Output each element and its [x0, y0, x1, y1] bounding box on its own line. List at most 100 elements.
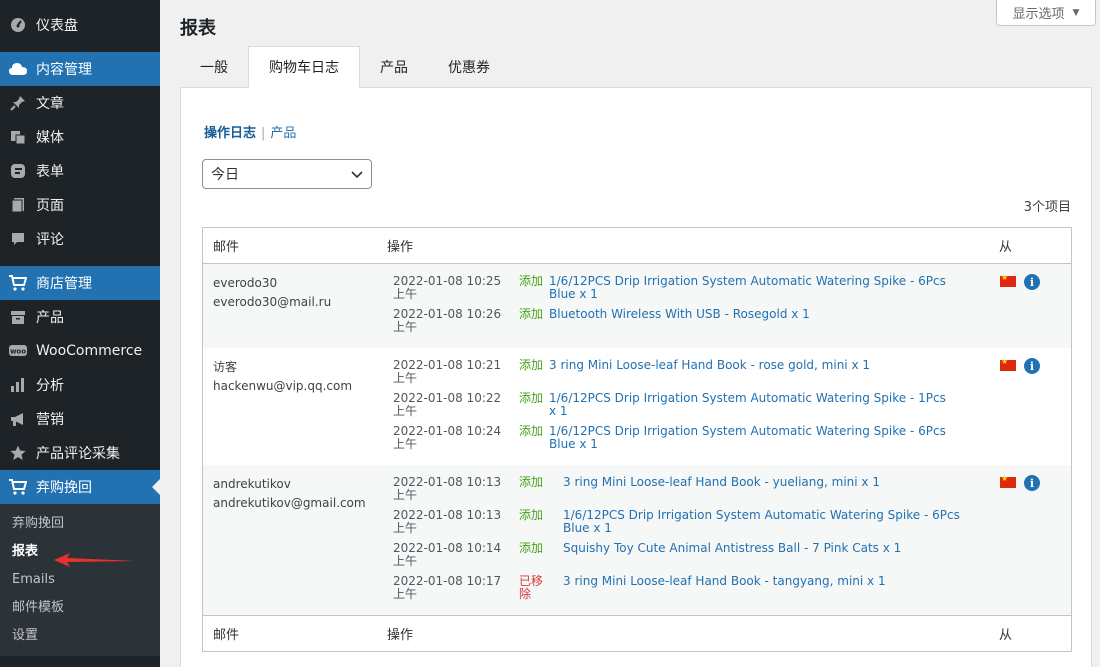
- entry-product-link[interactable]: 3 ring Mini Loose-leaf Hand Book - tangy…: [563, 575, 963, 601]
- megaphone-icon: [8, 409, 28, 429]
- submenu-emails[interactable]: Emails: [0, 566, 160, 594]
- subnav-products[interactable]: 产品: [270, 126, 296, 141]
- screen-options-label: 显示选项: [1012, 7, 1065, 22]
- entry-product-link[interactable]: 1/6/12PCS Drip Irrigation System Automat…: [549, 392, 949, 418]
- info-icon[interactable]: i: [1024, 274, 1040, 290]
- entry-action: 添加: [519, 358, 544, 372]
- menu-analytics[interactable]: 分析: [0, 368, 160, 402]
- menu-content[interactable]: 内容管理: [0, 52, 160, 86]
- menu-media-label: 媒体: [36, 130, 64, 146]
- entry-action: 已移除: [519, 574, 544, 601]
- item-count: 3个项目: [1023, 200, 1071, 215]
- log-entry: 2022-01-08 10:24 上午 添加 1/6/12PCS Drip Ir…: [393, 425, 949, 451]
- china-flag-icon: [1000, 357, 1016, 371]
- menu-forms[interactable]: 表单: [0, 154, 160, 188]
- submenu-abandoned[interactable]: 弃购挽回: [0, 510, 160, 538]
- log-entry: 2022-01-08 10:14 上午 添加 Squishy Toy Cute …: [393, 542, 963, 568]
- header-email: 邮件: [213, 240, 240, 255]
- china-flag-icon: [1000, 273, 1016, 287]
- entry-product-link[interactable]: 1/6/12PCS Drip Irrigation System Automat…: [563, 509, 963, 535]
- menu-media[interactable]: 媒体: [0, 120, 160, 154]
- date-range-value: 今日: [211, 167, 239, 183]
- abandoned-submenu: 弃购挽回 报表 Emails 邮件模板 设置: [0, 504, 160, 656]
- table-row: andrekutikov andrekutikov@gmail.com 2022…: [203, 465, 1071, 615]
- entry-action: 添加: [519, 307, 544, 321]
- menu-abandoned[interactable]: 弃购挽回: [0, 470, 160, 504]
- menu-pages-label: 页面: [36, 198, 64, 214]
- menu-content-label: 内容管理: [36, 62, 92, 78]
- menu-dashboard-label: 仪表盘: [36, 18, 78, 34]
- pin-icon: [8, 93, 28, 113]
- menu-products[interactable]: 产品: [0, 300, 160, 334]
- page-title: 报表: [180, 18, 216, 39]
- menu-reviews[interactable]: 产品评论采集: [0, 436, 160, 470]
- menu-marketing[interactable]: 营销: [0, 402, 160, 436]
- menu-posts-label: 文章: [36, 96, 64, 112]
- table-row: 访客 hackenwu@vip.qq.com 2022-01-08 10:21 …: [203, 348, 1071, 465]
- report-tabs: 一般 购物车日志 产品 优惠券: [180, 46, 510, 88]
- entry-time: 2022-01-08 10:22 上午: [393, 391, 502, 418]
- cloud-icon: [8, 59, 28, 79]
- menu-woocommerce-label: WooCommerce: [36, 343, 143, 359]
- menu-woocommerce[interactable]: woo WooCommerce: [0, 334, 160, 368]
- log-entry: 2022-01-08 10:21 上午 添加 3 ring Mini Loose…: [393, 359, 949, 385]
- info-icon[interactable]: i: [1024, 475, 1040, 491]
- footer-from: 从: [999, 628, 1013, 643]
- entry-product-link[interactable]: Bluetooth Wireless With USB - Rosegold x…: [549, 308, 949, 334]
- menu-abandoned-label: 弃购挽回: [36, 480, 92, 496]
- menu-shop-label: 商店管理: [36, 276, 92, 292]
- tab-products[interactable]: 产品: [360, 46, 428, 88]
- table-header: 邮件 操作 从: [203, 228, 1071, 264]
- menu-posts[interactable]: 文章: [0, 86, 160, 120]
- customer-name: andrekutikov: [213, 477, 291, 491]
- entry-action: 添加: [519, 541, 544, 555]
- menu-forms-label: 表单: [36, 164, 64, 180]
- entry-product-link[interactable]: 1/6/12PCS Drip Irrigation System Automat…: [549, 275, 949, 301]
- entry-time: 2022-01-08 10:13 上午: [393, 475, 502, 502]
- customer-name: everodo30: [213, 276, 278, 290]
- subnav-action-log[interactable]: 操作日志: [204, 126, 256, 141]
- entry-time: 2022-01-08 10:13 上午: [393, 508, 502, 535]
- archive-icon: [8, 307, 28, 327]
- subnav-separator: |: [261, 126, 266, 141]
- menu-marketing-label: 营销: [36, 412, 64, 428]
- tab-cart-log[interactable]: 购物车日志: [248, 46, 360, 88]
- customer-email: hackenwu@vip.qq.com: [213, 379, 353, 393]
- tab-coupons[interactable]: 优惠券: [428, 46, 510, 88]
- woo-icon: woo: [8, 341, 28, 361]
- log-entry: 2022-01-08 10:22 上午 添加 1/6/12PCS Drip Ir…: [393, 392, 949, 418]
- menu-comments-label: 评论: [36, 232, 64, 248]
- log-entry: 2022-01-08 10:13 上午 添加 3 ring Mini Loose…: [393, 476, 963, 502]
- tab-general[interactable]: 一般: [180, 46, 248, 88]
- entry-time: 2022-01-08 10:25 上午: [393, 274, 502, 301]
- entry-time: 2022-01-08 10:21 上午: [393, 358, 502, 385]
- comment-icon: [8, 229, 28, 249]
- menu-shop[interactable]: 商店管理: [0, 266, 160, 300]
- entry-product-link[interactable]: 1/6/12PCS Drip Irrigation System Automat…: [549, 425, 949, 451]
- entry-action: 添加: [519, 424, 544, 438]
- page-icon: [8, 195, 28, 215]
- bar-chart-icon: [8, 375, 28, 395]
- entry-product-link[interactable]: 3 ring Mini Loose-leaf Hand Book - rose …: [549, 359, 949, 385]
- customer-cell: everodo30 everodo30@mail.ru: [213, 274, 331, 312]
- menu-dashboard[interactable]: 仪表盘: [0, 8, 160, 42]
- menu-comments[interactable]: 评论: [0, 222, 160, 256]
- cart-log-table: 邮件 操作 从 everodo30 everodo30@mail.ru 2022…: [202, 227, 1072, 652]
- entry-product-link[interactable]: 3 ring Mini Loose-leaf Hand Book - yueli…: [563, 476, 963, 502]
- svg-text:woo: woo: [10, 348, 26, 356]
- log-entry: 2022-01-08 10:17 上午 已移除 3 ring Mini Loos…: [393, 575, 963, 601]
- date-range-select[interactable]: 今日: [202, 159, 372, 189]
- log-entry: 2022-01-08 10:26 上午 添加 Bluetooth Wireles…: [393, 308, 949, 334]
- caret-down-icon: ▼: [1072, 7, 1080, 18]
- china-flag-icon: [1000, 474, 1016, 488]
- menu-pages[interactable]: 页面: [0, 188, 160, 222]
- entry-product-link[interactable]: Squishy Toy Cute Animal Antistress Ball …: [563, 542, 963, 568]
- header-from: 从: [999, 240, 1013, 255]
- submenu-settings[interactable]: 设置: [0, 622, 160, 650]
- entry-time: 2022-01-08 10:24 上午: [393, 424, 502, 451]
- screen-options-button[interactable]: 显示选项 ▼: [996, 0, 1096, 26]
- menu-reviews-label: 产品评论采集: [36, 446, 120, 462]
- submenu-email-templates[interactable]: 邮件模板: [0, 594, 160, 622]
- entry-action: 添加: [519, 508, 544, 522]
- info-icon[interactable]: i: [1024, 358, 1040, 374]
